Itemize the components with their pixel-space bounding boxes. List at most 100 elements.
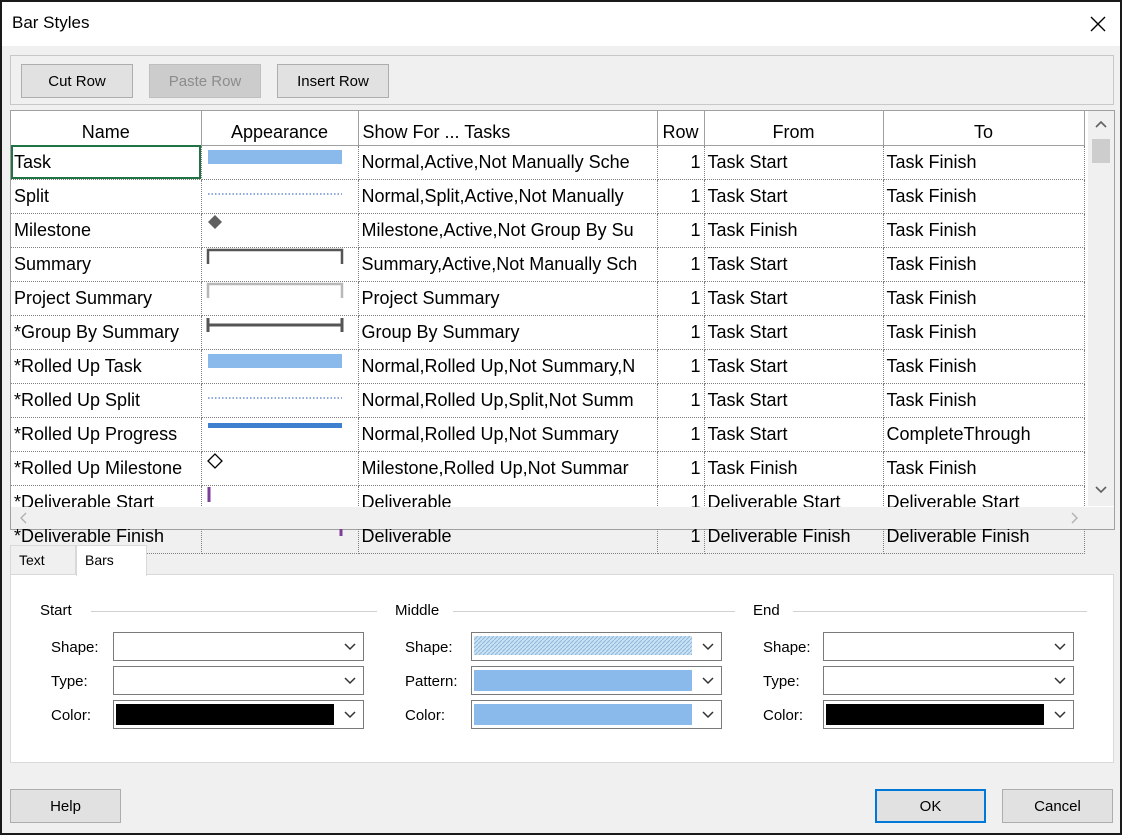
row-number-cell[interactable]: 1 — [657, 247, 705, 282]
row-to-cell[interactable]: Task Finish — [883, 145, 1085, 180]
row-name-cell[interactable]: Project Summary — [11, 281, 202, 316]
row-show-for-cell[interactable]: Normal,Rolled Up,Not Summary,N — [358, 349, 658, 384]
end-shape-select[interactable] — [823, 632, 1074, 661]
row-to-cell[interactable]: Task Finish — [883, 315, 1085, 350]
row-to-cell[interactable]: CompleteThrough — [883, 417, 1085, 452]
row-name-cell[interactable]: Split — [11, 179, 202, 214]
row-to-cell[interactable]: Task Finish — [883, 179, 1085, 214]
column-header-appearance[interactable]: Appearance — [201, 111, 359, 146]
row-number-cell[interactable]: 1 — [657, 145, 705, 180]
column-header-show-for[interactable]: Show For ... Tasks — [358, 111, 658, 146]
row-to-cell[interactable]: Task Finish — [883, 451, 1085, 486]
row-show-for-cell[interactable]: Normal,Rolled Up,Split,Not Summ — [358, 383, 658, 418]
row-show-for-cell[interactable]: Normal,Rolled Up,Not Summary — [358, 417, 658, 452]
row-number-cell[interactable]: 1 — [657, 349, 705, 384]
row-show-for-cell[interactable]: Milestone,Rolled Up,Not Summar — [358, 451, 658, 486]
end-color-select[interactable] — [823, 700, 1074, 729]
row-appearance-cell[interactable] — [201, 145, 359, 180]
column-header-from[interactable]: From — [704, 111, 884, 146]
ok-button[interactable]: OK — [875, 789, 986, 823]
table-row[interactable]: Milestone Milestone,Active,Not Group By S… — [11, 213, 1085, 248]
row-appearance-cell[interactable] — [201, 213, 359, 248]
insert-row-button[interactable]: Insert Row — [277, 64, 389, 98]
close-button[interactable] — [1076, 2, 1120, 46]
row-name-cell[interactable]: *Group By Summary — [11, 315, 202, 350]
row-number-cell[interactable]: 1 — [657, 213, 705, 248]
row-appearance-cell[interactable] — [201, 417, 359, 452]
row-show-for-cell[interactable]: Milestone,Active,Not Group By Su — [358, 213, 658, 248]
row-from-cell[interactable]: Task Finish — [704, 451, 884, 486]
table-row[interactable]: Task Normal,Active,Not Manually Sche 1 Task… — [11, 145, 1085, 180]
row-show-for-cell[interactable]: Normal,Split,Active,Not Manually — [358, 179, 658, 214]
row-appearance-cell[interactable] — [201, 179, 359, 214]
table-row[interactable]: Split Normal,Split,Active,Not Manually 1 Ta… — [11, 179, 1085, 214]
row-from-cell[interactable]: Task Start — [704, 281, 884, 316]
row-name-cell[interactable]: *Rolled Up Progress — [11, 417, 202, 452]
table-row[interactable]: *Rolled Up Milestone Milestone,Rolled Up,… — [11, 451, 1085, 486]
row-from-cell[interactable]: Task Start — [704, 417, 884, 452]
row-from-cell[interactable]: Task Start — [704, 383, 884, 418]
row-from-cell[interactable]: Task Start — [704, 315, 884, 350]
row-to-cell[interactable]: Task Finish — [883, 247, 1085, 282]
table-row[interactable]: *Rolled Up Progress Normal,Rolled Up,Not … — [11, 417, 1085, 452]
row-number-cell[interactable]: 1 — [657, 179, 705, 214]
row-name-cell[interactable]: Milestone — [11, 213, 202, 248]
table-row[interactable]: *Group By Summary Group By Summary 1 Task S… — [11, 315, 1085, 350]
table-row[interactable]: *Rolled Up Split Normal,Rolled Up,Split,N… — [11, 383, 1085, 418]
row-from-cell[interactable]: Task Start — [704, 145, 884, 180]
column-header-to[interactable]: To — [883, 111, 1085, 146]
row-to-cell[interactable]: Task Finish — [883, 349, 1085, 384]
row-from-cell[interactable]: Task Start — [704, 179, 884, 214]
column-header-row[interactable]: Row — [657, 111, 705, 146]
row-to-cell[interactable]: Task Finish — [883, 213, 1085, 248]
row-name-cell[interactable]: Summary — [11, 247, 202, 282]
horizontal-scrollbar[interactable] — [11, 507, 1114, 529]
end-type-select[interactable] — [823, 666, 1074, 695]
help-button[interactable]: Help — [10, 789, 121, 823]
table-row[interactable]: Project Summary Project Summary 1 Task Star… — [11, 281, 1085, 316]
row-appearance-cell[interactable] — [201, 451, 359, 486]
row-to-cell[interactable]: Task Finish — [883, 383, 1085, 418]
scroll-left-icon[interactable] — [19, 512, 29, 527]
row-from-cell[interactable]: Task Finish — [704, 213, 884, 248]
start-shape-select[interactable] — [113, 632, 364, 661]
row-from-cell[interactable]: Task Start — [704, 247, 884, 282]
table-row[interactable]: Summary Summary,Active,Not Manually Sch 1 T… — [11, 247, 1085, 282]
cancel-button[interactable]: Cancel — [1002, 789, 1113, 823]
row-show-for-cell[interactable]: Summary,Active,Not Manually Sch — [358, 247, 658, 282]
table-row[interactable]: *Rolled Up Task Normal,Rolled Up,Not Summ… — [11, 349, 1085, 384]
row-number-cell[interactable]: 1 — [657, 417, 705, 452]
row-show-for-cell[interactable]: Normal,Active,Not Manually Sche — [358, 145, 658, 180]
row-appearance-cell[interactable] — [201, 383, 359, 418]
row-name-cell[interactable]: *Rolled Up Milestone — [11, 451, 202, 486]
row-name-cell[interactable]: *Rolled Up Split — [11, 383, 202, 418]
start-color-select[interactable] — [113, 700, 364, 729]
row-to-cell[interactable]: Task Finish — [883, 281, 1085, 316]
row-show-for-cell[interactable]: Group By Summary — [358, 315, 658, 350]
vertical-scrollbar[interactable] — [1088, 111, 1114, 506]
tab-bars[interactable]: Bars — [76, 545, 147, 576]
row-show-for-cell[interactable]: Project Summary — [358, 281, 658, 316]
scroll-up-icon[interactable] — [1095, 117, 1107, 132]
cut-row-button[interactable]: Cut Row — [21, 64, 133, 98]
row-from-cell[interactable]: Task Start — [704, 349, 884, 384]
paste-row-button[interactable]: Paste Row — [149, 64, 261, 98]
row-appearance-cell[interactable] — [201, 247, 359, 282]
start-type-select[interactable] — [113, 666, 364, 695]
row-number-cell[interactable]: 1 — [657, 315, 705, 350]
column-header-name[interactable]: Name — [11, 111, 202, 146]
scroll-down-icon[interactable] — [1095, 483, 1107, 498]
vertical-scroll-thumb[interactable] — [1092, 139, 1110, 163]
scroll-right-icon[interactable] — [1069, 512, 1079, 527]
row-name-cell[interactable]: Task — [11, 145, 202, 180]
row-appearance-cell[interactable] — [201, 315, 359, 350]
row-number-cell[interactable]: 1 — [657, 383, 705, 418]
row-number-cell[interactable]: 1 — [657, 281, 705, 316]
middle-color-select[interactable] — [471, 700, 722, 729]
middle-shape-select[interactable] — [471, 632, 722, 661]
row-name-cell[interactable]: *Rolled Up Task — [11, 349, 202, 384]
middle-pattern-select[interactable] — [471, 666, 722, 695]
row-appearance-cell[interactable] — [201, 281, 359, 316]
row-number-cell[interactable]: 1 — [657, 451, 705, 486]
row-appearance-cell[interactable] — [201, 349, 359, 384]
